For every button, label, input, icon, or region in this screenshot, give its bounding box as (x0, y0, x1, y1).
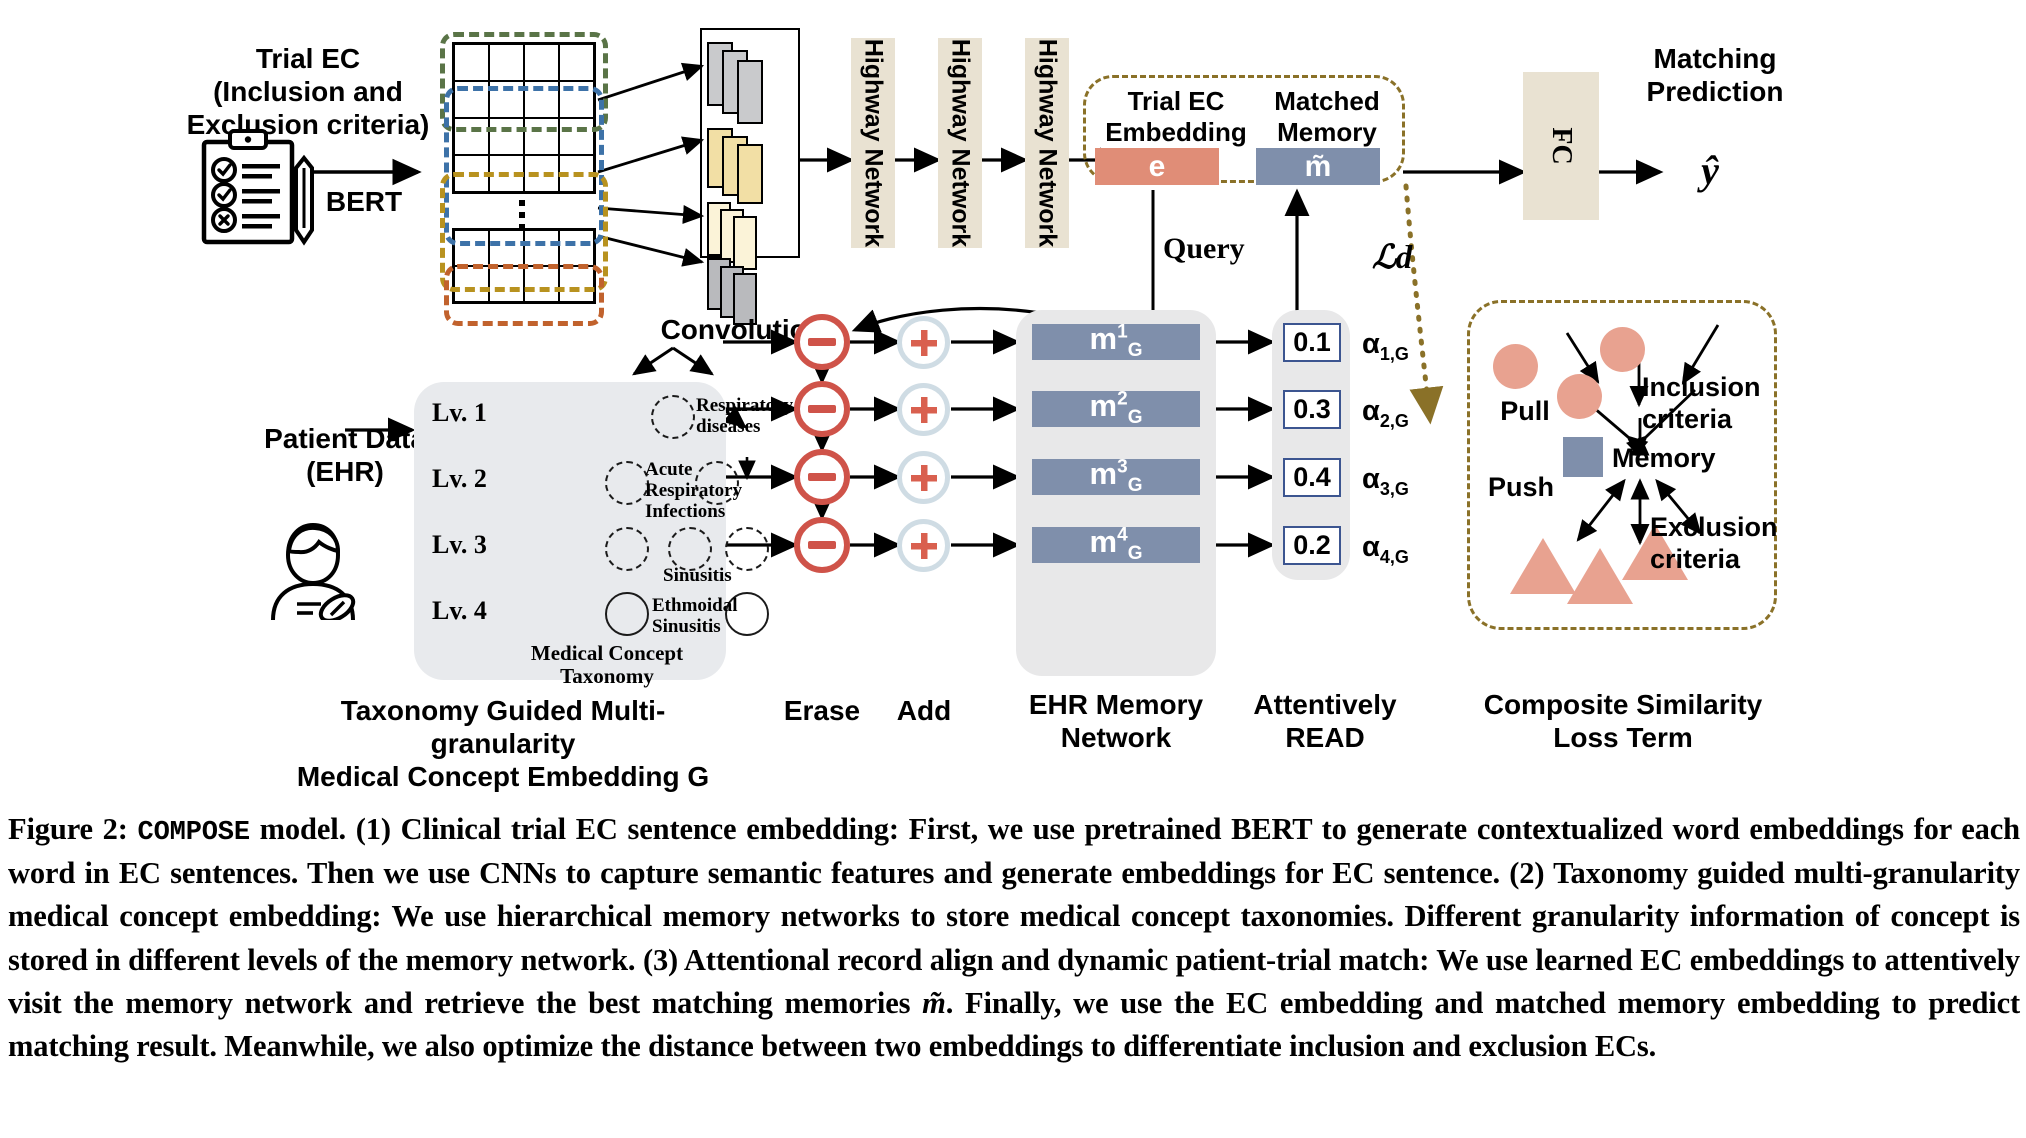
bert-label: BERT (325, 186, 403, 217)
highway-network-3-label: Highway Network (1033, 38, 1062, 248)
plus-icon-4 (910, 532, 937, 559)
taxonomy-panel-title: Medical Concept Taxonomy (530, 641, 684, 689)
push-label: Push (1487, 472, 1554, 502)
erase-op-4 (794, 517, 850, 573)
ec-embedding-chip: e (1095, 148, 1219, 185)
memory-slot-1-label: m1G (1089, 321, 1143, 362)
taxonomy-node-label-sinusitis: Sinusitis (663, 565, 732, 586)
memory-slot-3-label: m3G (1089, 456, 1143, 497)
matched-memory-chip: m̃ (1256, 148, 1380, 185)
fc-block: FC (1523, 72, 1599, 220)
alpha-label-2: α2,G (1362, 395, 1409, 431)
alpha-label-1: α1,G (1362, 328, 1409, 364)
minus-icon-1 (808, 338, 836, 346)
erase-label: Erase (783, 695, 861, 726)
erase-op-2 (794, 381, 850, 437)
highway-network-1-label: Highway Network (859, 38, 888, 248)
attention-value-4: 0.2 (1293, 530, 1331, 560)
y-hat-label: ŷ (1701, 148, 1719, 193)
patient-data-label: Patient Data (EHR) (264, 423, 426, 488)
conv-card-yellow-3c (733, 216, 757, 270)
attention-value-2: 0.3 (1293, 394, 1331, 424)
pull-label: Pull (1500, 396, 1550, 426)
clipboard-icon (201, 129, 314, 246)
compose-model-figure: Trial EC (Inclusion and Exclusion criter… (0, 0, 2026, 800)
minus-icon-3 (808, 473, 836, 481)
add-op-4 (897, 519, 950, 572)
memory-slot-2-label: m2G (1089, 388, 1143, 429)
highway-network-2-label: Highway Network (946, 38, 975, 248)
loss-d-text: ℒd (1372, 240, 1413, 276)
alpha-label-3: α3,G (1362, 463, 1409, 499)
memory-slot-4: m4G (1032, 524, 1200, 565)
add-label: Add (896, 695, 952, 726)
plus-icon-1 (910, 329, 937, 356)
conv-card-gray-1c (737, 60, 763, 124)
loss-d-label: ℒd (1372, 240, 1462, 278)
taxonomy-level-2: Lv. 2 (432, 464, 487, 493)
memory-slot-2: m2G (1032, 388, 1200, 429)
taxonomy-node-label-respiratory: Respiratory diseases (696, 395, 794, 437)
inclusion-criteria-label: Inclusion criteria (1642, 372, 1761, 434)
memory-slot-4-label: m4G (1089, 524, 1143, 565)
attentively-read-label: Attentively READ (1253, 689, 1397, 754)
query-label: Query (1163, 232, 1245, 265)
attention-cell-1: 0.1 (1283, 323, 1341, 362)
caption-model-name: COMPOSE (137, 818, 251, 848)
caption-symbol: m̃ (922, 985, 946, 1020)
inclusion-circle-left (1493, 344, 1538, 389)
plus-icon-3 (910, 464, 937, 491)
attention-value-1: 0.1 (1293, 327, 1331, 357)
memory-slot-1: m1G (1032, 321, 1200, 362)
matching-prediction-label: Matching Prediction (1646, 43, 1784, 108)
taxonomy-node-lv3-left (605, 527, 649, 571)
taxonomy-node-label-ari: Acute Respiratory Infections (645, 459, 743, 522)
taxonomy-node-lv2-left (605, 461, 649, 505)
taxonomy-caption-label: Taxonomy Guided Multi-granularity Medica… (296, 695, 710, 793)
highway-network-2: Highway Network (938, 38, 982, 248)
add-op-1 (897, 316, 950, 369)
composite-loss-label: Composite Similarity Loss Term (1483, 689, 1763, 754)
highway-network-3: Highway Network (1025, 38, 1069, 248)
taxonomy-level-4: Lv. 4 (432, 596, 487, 625)
taxonomy-node-lv1 (651, 395, 695, 439)
taxonomy-level-1: Lv. 1 (432, 398, 487, 427)
memory-slot-3: m3G (1032, 456, 1200, 497)
matched-memory-label: Matched Memory (1274, 86, 1380, 147)
figure-caption: Figure 2: COMPOSE model. (1) Clinical tr… (8, 808, 2020, 1068)
taxonomy-node-label-ethmoidal: Ethmoidal Sinusitis (652, 595, 738, 637)
erase-op-3 (794, 449, 850, 505)
attention-cell-3: 0.4 (1283, 458, 1341, 497)
memory-square-label: Memory (1612, 443, 1716, 473)
caption-prefix: Figure 2: (8, 812, 128, 846)
matched-memory-chip-label: m̃ (1304, 149, 1332, 183)
ec-group-orange (444, 264, 604, 326)
trial-ec-label: Trial EC (Inclusion and Exclusion criter… (186, 43, 430, 141)
attention-cell-4: 0.2 (1283, 526, 1341, 565)
memory-square (1563, 437, 1603, 477)
taxonomy-node-lv4-left (605, 592, 649, 636)
erase-op-1 (794, 314, 850, 370)
conv-card-yellow-2c (737, 144, 763, 204)
add-op-2 (897, 383, 950, 436)
alpha-label-4: α4,G (1362, 531, 1409, 567)
attention-value-3: 0.4 (1293, 462, 1331, 492)
highway-network-1: Highway Network (851, 38, 895, 248)
taxonomy-level-3: Lv. 3 (432, 530, 487, 559)
inclusion-circle-right (1600, 327, 1645, 372)
patient-icon (271, 522, 356, 620)
ec-embedding-chip-label: e (1148, 149, 1166, 183)
trial-ec-embedding-label: Trial EC Embedding (1105, 86, 1247, 147)
ehr-memory-network-label: EHR Memory Network (1028, 689, 1204, 754)
add-op-3 (897, 451, 950, 504)
attention-cell-2: 0.3 (1283, 390, 1341, 429)
fc-label: FC (1546, 127, 1577, 165)
minus-icon-4 (808, 541, 836, 549)
plus-icon-2 (910, 396, 937, 423)
minus-icon-2 (808, 405, 836, 413)
exclusion-criteria-label: Exclusion criteria (1650, 512, 1778, 574)
